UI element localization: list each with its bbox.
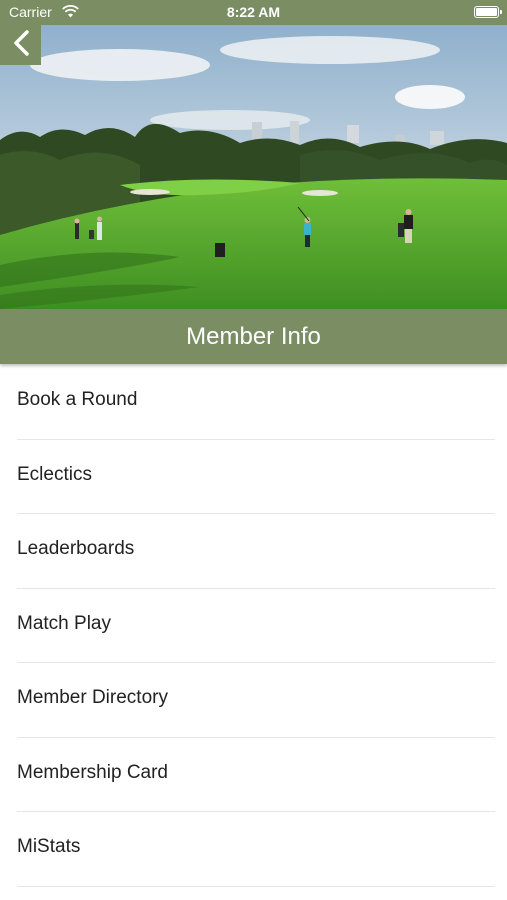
chevron-left-icon [12,29,30,61]
menu-item-eclectics[interactable]: Eclectics [0,440,507,515]
menu-item-label: Eclectics [17,463,92,485]
hero-image [0,25,507,309]
status-bar: Carrier 8:22 AM [0,0,507,25]
page-title: Member Info [186,323,321,350]
menu-item-label: Leaderboards [17,538,135,559]
page-title-bar: Member Info [0,309,507,364]
menu-item-leaderboards[interactable]: Leaderboards [0,514,507,589]
menu-item-match-play[interactable]: Match Play [0,589,507,664]
menu-item-member-directory[interactable]: Member Directory [0,663,507,738]
menu-item-mistats[interactable]: MiStats [0,812,507,887]
back-button[interactable] [0,25,41,65]
menu-item-label: MiStats [17,836,81,857]
battery-icon [474,6,502,18]
menu-item-book-a-round[interactable]: Book a Round [0,365,507,440]
clock: 8:22 AM [226,4,281,20]
menu-item-label: Book a Round [17,389,138,410]
menu-item-label: Match Play [17,612,111,634]
menu-list: Book a Round Eclectics Leaderboards Matc… [0,365,507,887]
menu-item-label: Member Directory [17,687,168,708]
menu-item-membership-card[interactable]: Membership Card [0,738,507,813]
menu-item-label: Membership Card [17,761,168,783]
